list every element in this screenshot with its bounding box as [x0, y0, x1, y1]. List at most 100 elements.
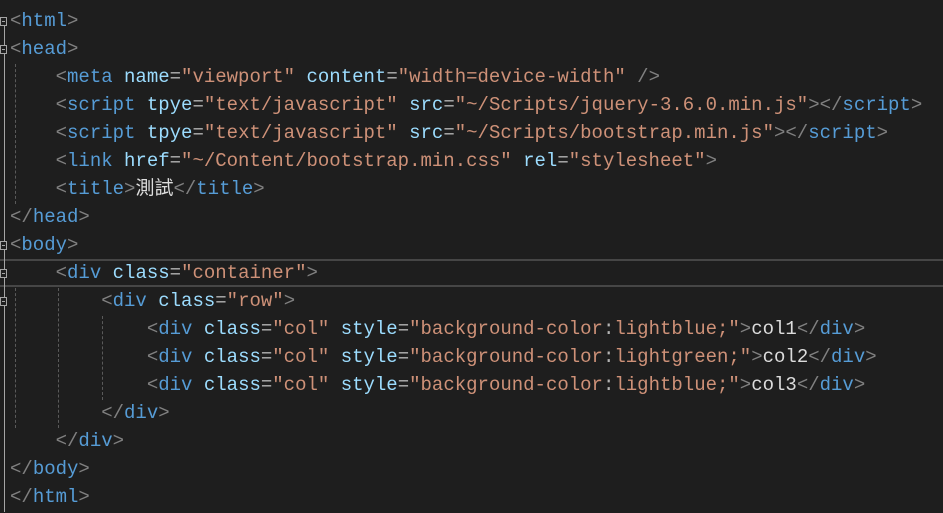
token-delim: > [67, 10, 79, 32]
fold-toggle-row-icon[interactable] [0, 297, 7, 306]
token-delim: < [55, 66, 68, 88]
code-line-9[interactable]: <body> [10, 231, 78, 259]
token-delim: > [739, 374, 752, 396]
code-line-16[interactable]: </div> [10, 427, 124, 455]
code-line-1[interactable]: <html> [10, 7, 78, 35]
token-text: 測試 [135, 178, 174, 200]
code-line-11[interactable]: <div class="row"> [10, 287, 295, 315]
token-op: : [602, 318, 615, 340]
token-op: = [386, 66, 398, 88]
token-attr: tpye [146, 122, 193, 144]
fold-toggle-container-icon[interactable] [0, 269, 7, 278]
code-line-15[interactable]: </div> [10, 399, 170, 427]
token-delim: > [910, 94, 923, 116]
fold-toggle-html-icon[interactable] [0, 17, 7, 26]
code-line-4[interactable]: <script tpye="text/javascript" src="~/Sc… [10, 91, 923, 119]
token-delim: > [67, 38, 79, 60]
code-line-17[interactable]: </body> [10, 455, 90, 483]
token-op: = [397, 318, 410, 340]
token-tag: body [21, 234, 68, 256]
code-line-14[interactable]: <div class="col" style="background-color… [10, 371, 865, 399]
token-delim: > [705, 150, 717, 172]
token-val: "background-color [409, 374, 603, 396]
token-val: "~/Scripts/jquery-3.6.0.min.js" [454, 94, 809, 116]
token-delim: </ [796, 374, 820, 396]
token-tag: script [67, 122, 136, 144]
token-delim: > [78, 486, 90, 508]
token-tag: div [158, 346, 193, 368]
token-delim: > [751, 346, 763, 368]
token-delim: ></ [808, 94, 843, 116]
token-tag: title [196, 178, 254, 200]
code-line-8[interactable]: </head> [10, 203, 90, 231]
token-tag: div [831, 346, 866, 368]
token-val: "text/javascript" [203, 122, 398, 144]
token-op: : [602, 374, 615, 396]
token-delim: > [78, 206, 90, 228]
fold-toggle-body-icon[interactable] [0, 241, 7, 250]
code-line-10[interactable]: <div class="container"> [10, 259, 318, 287]
token-delim: > [158, 402, 170, 424]
token-val: lightgreen;" [614, 346, 752, 368]
token-val: "stylesheet" [568, 150, 706, 172]
token-text: col1 [751, 318, 797, 340]
token-val: "container" [181, 262, 307, 284]
token-tag: head [32, 206, 79, 228]
token-attr: name [124, 66, 170, 88]
token-op: = [192, 122, 204, 144]
code-line-5[interactable]: <script tpye="text/javascript" src="~/Sc… [10, 119, 888, 147]
code-line-7[interactable]: <title>測試</title> [10, 175, 265, 203]
token-tag: div [112, 290, 147, 312]
token-val: "~/Content/bootstrap.min.css" [181, 150, 512, 172]
token-delim: < [10, 234, 22, 256]
token-tag: script [808, 122, 877, 144]
code-line-13[interactable]: <div class="col" style="background-color… [10, 343, 877, 371]
token-delim: < [55, 262, 68, 284]
token-delim: < [146, 318, 159, 340]
code-editor[interactable]: <html> <head> <meta name="viewport" conte… [0, 0, 943, 513]
token-attr: rel [523, 150, 558, 172]
code-line-18[interactable]: </html> [10, 483, 90, 511]
token-delim: > [253, 178, 265, 200]
token-attr: style [340, 374, 398, 396]
code-line-6[interactable]: <link href="~/Content/bootstrap.min.css"… [10, 147, 717, 175]
token-delim: > [876, 122, 889, 144]
token-delim: </ [808, 346, 832, 368]
token-attr: class [203, 374, 261, 396]
token-op: = [260, 346, 273, 368]
token-delim: > [865, 346, 877, 368]
token-attr: style [340, 346, 398, 368]
token-delim: < [146, 346, 159, 368]
token-op: = [192, 94, 204, 116]
code-line-3[interactable]: <meta name="viewport" content="width=dev… [10, 63, 660, 91]
token-tag: div [819, 374, 854, 396]
token-attr: class [158, 290, 216, 312]
token-delim: > [306, 262, 318, 284]
code-line-2[interactable]: <head> [10, 35, 78, 63]
token-delim: < [55, 150, 68, 172]
token-tag: div [158, 318, 193, 340]
token-op: = [215, 290, 227, 312]
token-attr: src [409, 94, 444, 116]
code-line-12[interactable]: <div class="col" style="background-color… [10, 315, 865, 343]
token-val: lightblue;" [614, 318, 740, 340]
token-attr: src [409, 122, 444, 144]
token-op: = [557, 150, 569, 172]
fold-toggle-head-icon[interactable] [0, 45, 7, 54]
